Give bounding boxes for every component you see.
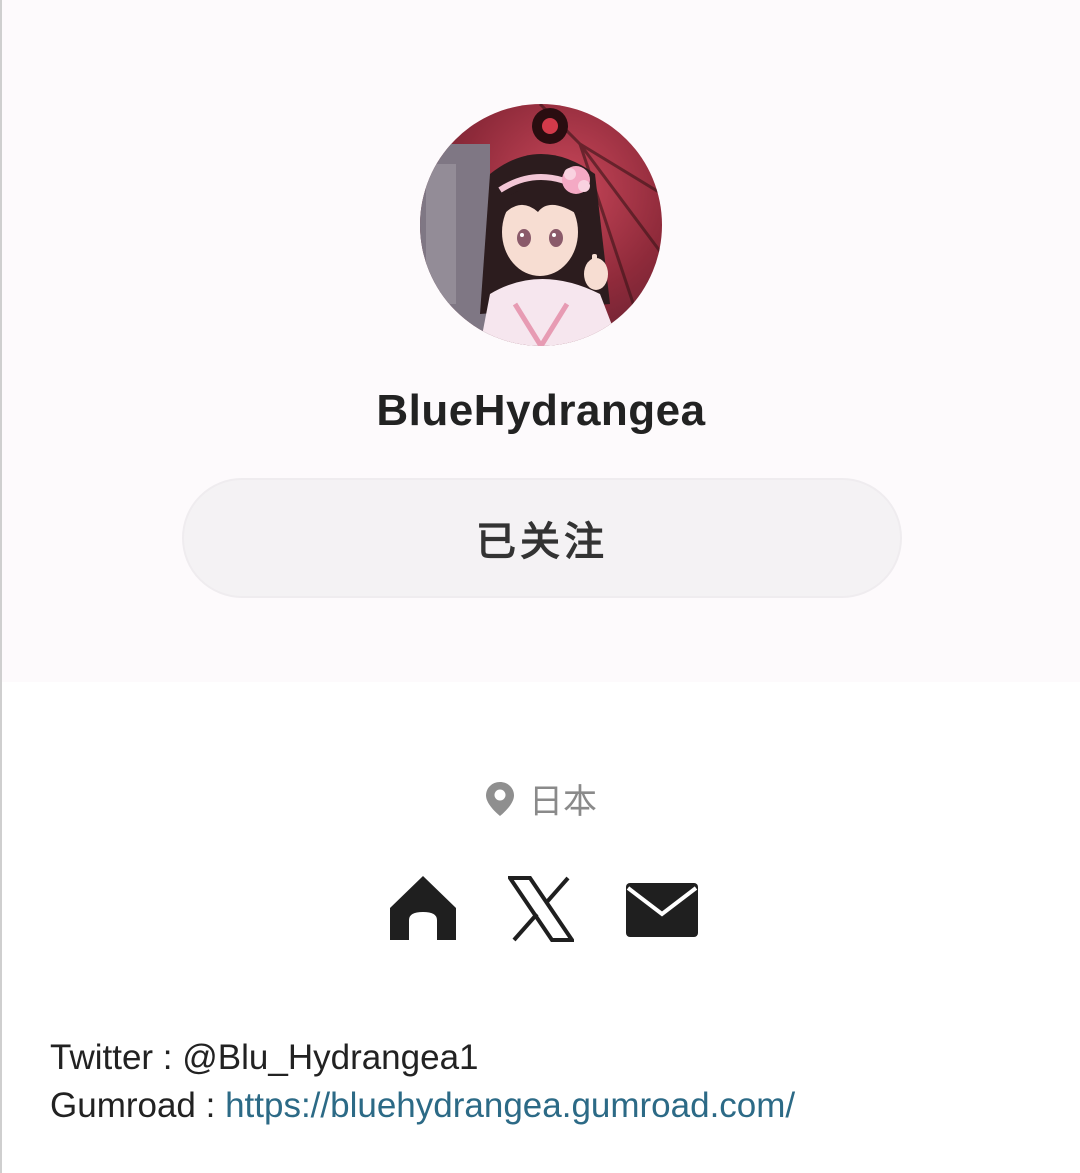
x-twitter-link[interactable] (508, 874, 580, 944)
bio-gumroad: Gumroad : https://bluehydrangea.gumroad.… (50, 1082, 795, 1130)
bio-gumroad-label: Gumroad : (50, 1086, 226, 1125)
home-link[interactable] (388, 874, 460, 944)
follow-button[interactable]: 已关注 (182, 478, 902, 598)
social-links (388, 874, 700, 944)
location-text: 日本 (529, 782, 597, 822)
home-icon (390, 876, 456, 940)
username: BlueHydrangea (376, 386, 706, 435)
gumroad-link[interactable]: https://bluehydrangea.gumroad.com/ (225, 1086, 795, 1125)
mail-icon (626, 883, 698, 937)
x-twitter-icon (508, 876, 574, 942)
bio: Twitter : @Blu_Hydrangea1 Gumroad : http… (50, 1034, 795, 1130)
email-link[interactable] (626, 874, 698, 944)
bio-twitter: Twitter : @Blu_Hydrangea1 (50, 1038, 479, 1077)
profile-header: BlueHydrangea 已关注 (2, 0, 1080, 682)
location-pin-icon (486, 781, 514, 816)
avatar[interactable] (420, 104, 662, 346)
location: 日本 (2, 774, 1080, 823)
avatar-image (420, 104, 662, 346)
